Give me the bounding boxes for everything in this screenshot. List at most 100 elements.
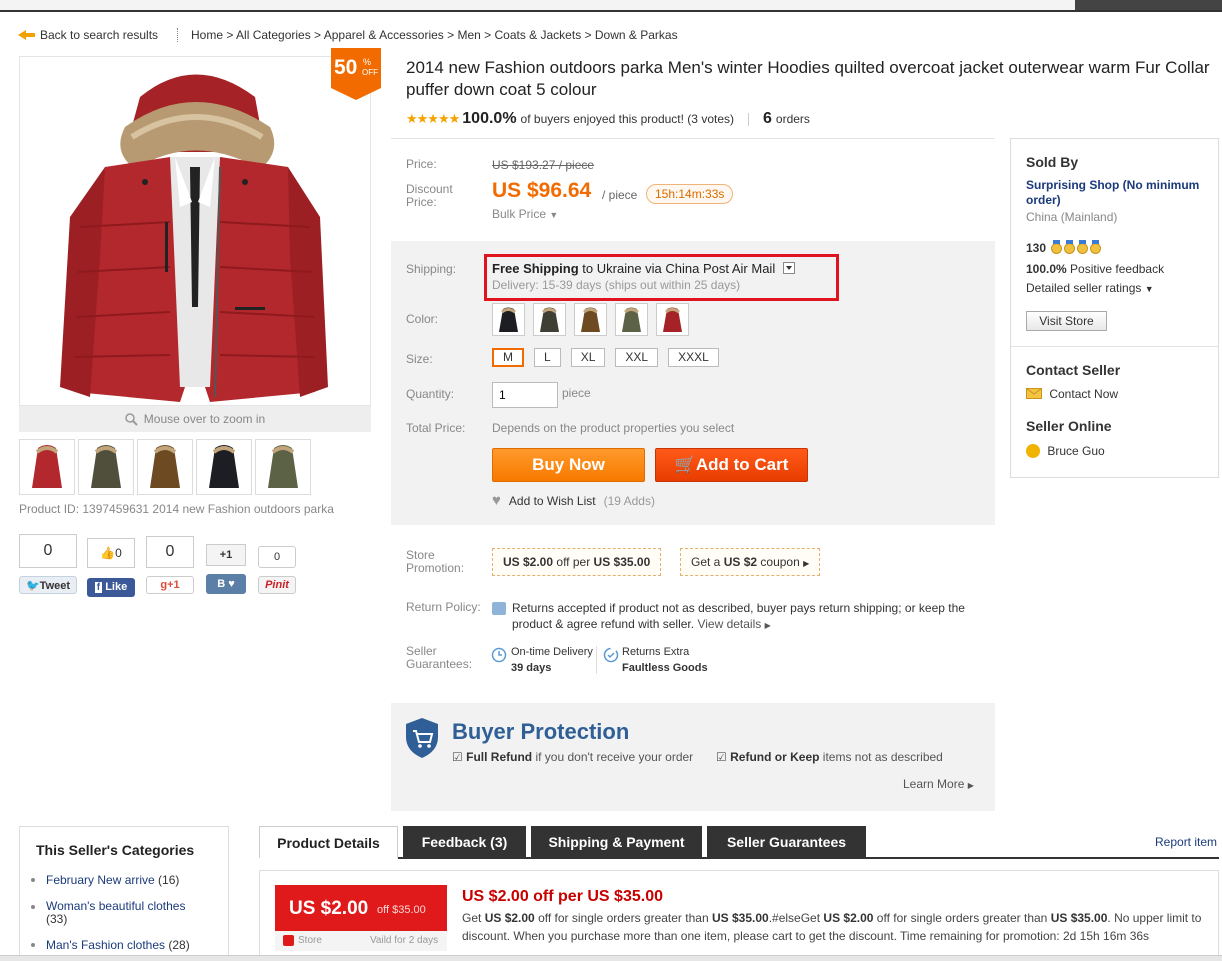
size-option-l[interactable]: L xyxy=(534,348,561,367)
view-details-label[interactable]: View details xyxy=(697,617,761,631)
category-link[interactable]: Man's Fashion clothes xyxy=(46,938,165,952)
color-swatch-brown[interactable] xyxy=(574,303,607,336)
back-arrow-icon xyxy=(18,29,35,41)
tab-seller-guarantees[interactable]: Seller Guarantees xyxy=(707,826,866,858)
detailed-ratings-dropdown[interactable]: Detailed seller ratings ▼ xyxy=(1026,281,1154,295)
color-swatch-black[interactable] xyxy=(492,303,525,336)
category-item[interactable]: Man's Fashion clothes (28) xyxy=(46,938,190,952)
coupon-post: coupon xyxy=(760,555,800,569)
size-option-xl[interactable]: XL xyxy=(570,348,606,367)
thumbnail-brown[interactable] xyxy=(137,439,193,495)
learn-more-label[interactable]: Learn More xyxy=(903,777,964,791)
shipping-method[interactable]: Free Shipping to Ukraine via China Post … xyxy=(492,261,795,276)
coupon-tag[interactable]: Get a US $2 coupon ▶ xyxy=(680,548,821,576)
wish-list-label[interactable]: Add to Wish List xyxy=(509,494,596,508)
product-title: 2014 new Fashion outdoors parka Men's wi… xyxy=(406,58,1210,99)
chevron-down-icon: ▼ xyxy=(549,210,559,220)
seller-online-user[interactable]: Bruce Guo xyxy=(1026,444,1105,458)
shipping-destination: to Ukraine via China Post Air Mail xyxy=(582,261,776,276)
facebook-like-button[interactable]: f Like xyxy=(87,578,135,597)
category-link[interactable]: February New arrive xyxy=(46,873,155,887)
discount-price-label-2: Price: xyxy=(406,195,437,209)
view-details-link[interactable]: View details ▶ xyxy=(697,617,770,631)
add-to-cart-button[interactable]: 🛒Add to Cart xyxy=(655,448,808,482)
back-label[interactable]: Back to search results xyxy=(40,28,158,42)
seller-location: China (Mainland) xyxy=(1026,210,1118,224)
contact-now-link[interactable]: Contact Now xyxy=(1026,387,1118,401)
thumbnail-army-green[interactable] xyxy=(78,439,134,495)
vk-button[interactable]: B ♥ xyxy=(206,574,246,594)
pin-count: 0 xyxy=(258,546,296,568)
promotion-headline: US $2.00 off per US $35.00 xyxy=(462,888,663,905)
chevron-down-icon: ▼ xyxy=(1144,284,1154,294)
like-count-value: 0 xyxy=(115,546,122,560)
buy-now-button[interactable]: Buy Now xyxy=(492,448,645,482)
category-link[interactable]: Woman's beautiful clothes xyxy=(46,899,185,913)
visit-store-button[interactable]: Visit Store xyxy=(1026,311,1107,331)
envelope-icon xyxy=(1026,388,1042,399)
guarantees-divider xyxy=(596,646,597,674)
quantity-label: Quantity: xyxy=(406,387,455,401)
gplus-count: 0 xyxy=(146,536,194,568)
promo-min: US $35.00 xyxy=(593,555,651,569)
horizontal-scrollbar[interactable] xyxy=(0,955,1222,961)
thumbnail-red[interactable] xyxy=(19,439,75,495)
color-swatch-red[interactable] xyxy=(656,303,689,336)
tab-shipping-payment[interactable]: Shipping & Payment xyxy=(531,826,702,858)
thumbnail-black[interactable] xyxy=(196,439,252,495)
store-promotion-tag[interactable]: US $2.00 off per US $35.00 xyxy=(492,548,662,576)
caret-right-icon: ▶ xyxy=(764,621,771,630)
seller-divider xyxy=(1011,346,1218,347)
bulk-price-dropdown[interactable]: Bulk Price ▼ xyxy=(492,207,558,221)
shop-name-link[interactable]: Surprising Shop (No minimum order) xyxy=(1026,178,1211,208)
color-swatch-army-green[interactable] xyxy=(533,303,566,336)
promo-desc-min: US $35.00 xyxy=(711,911,769,925)
seller-online-name[interactable]: Bruce Guo xyxy=(1047,444,1104,458)
vk-count: +1 xyxy=(206,544,246,566)
countdown-timer: 15h:14m:33s xyxy=(646,184,734,204)
full-refund-bold: Full Refund xyxy=(466,750,533,764)
coupon-min-text: off $35.00 xyxy=(377,904,426,916)
gplus-button[interactable]: g+1 xyxy=(146,576,194,594)
report-item-link[interactable]: Report item xyxy=(1155,835,1217,849)
quantity-input[interactable] xyxy=(492,382,558,408)
discount-badge: 50 % OFF xyxy=(331,48,381,100)
discount-percent: % xyxy=(363,57,372,67)
category-item[interactable]: Woman's beautiful clothes (33) xyxy=(46,900,226,926)
heart-icon: ♥ xyxy=(492,492,501,509)
discount-price: US $96.64 xyxy=(492,179,592,202)
color-swatch-olive[interactable] xyxy=(615,303,648,336)
category-item[interactable]: February New arrive (16) xyxy=(46,873,179,887)
full-refund-item: ☑ Full Refund if you don't receive your … xyxy=(452,750,693,764)
tab-product-details[interactable]: Product Details xyxy=(259,826,398,859)
size-option-m[interactable]: M xyxy=(492,348,524,367)
thumbnail-strip xyxy=(19,439,311,495)
seller-categories-title: This Seller's Categories xyxy=(36,842,195,858)
medal-icon xyxy=(1090,240,1102,254)
thumbnail-olive[interactable] xyxy=(255,439,311,495)
contact-now-label[interactable]: Contact Now xyxy=(1049,387,1118,401)
breadcrumb[interactable]: Home > All Categories > Apparel & Access… xyxy=(191,28,678,42)
per-piece-label: / piece xyxy=(602,188,638,202)
detailed-ratings-label[interactable]: Detailed seller ratings xyxy=(1026,281,1141,295)
seller-score: 130 xyxy=(1026,240,1102,255)
bullet-icon xyxy=(31,878,35,882)
promo-mid: off per xyxy=(556,555,591,569)
refund-or-keep-item: ☑ Refund or Keep items not as described xyxy=(716,750,943,764)
bulk-price-label[interactable]: Bulk Price xyxy=(492,207,546,221)
positive-feedback: 100.0% Positive feedback xyxy=(1026,262,1164,276)
add-to-wish-list[interactable]: ♥ Add to Wish List (19 Adds) xyxy=(492,492,655,509)
size-options: M L XL XXL XXXL xyxy=(492,348,719,367)
main-product-image[interactable] xyxy=(19,56,371,406)
quantity-unit: piece xyxy=(562,386,591,400)
caret-right-icon: ▶ xyxy=(803,559,810,568)
back-to-search-link[interactable]: Back to search results xyxy=(18,28,158,42)
size-option-xxxl[interactable]: XXXL xyxy=(668,348,719,367)
size-option-xxl[interactable]: XXL xyxy=(615,348,659,367)
tweet-button[interactable]: 🐦Tweet xyxy=(19,576,77,594)
tab-feedback[interactable]: Feedback (3) xyxy=(403,826,526,858)
pinit-button[interactable]: Pinit xyxy=(258,576,296,594)
learn-more-link[interactable]: Learn More ▶ xyxy=(903,777,974,791)
coupon-card[interactable]: US $2.00 off $35.00 Store Vaild for 2 da… xyxy=(275,885,447,951)
shipping-dropdown-icon[interactable] xyxy=(782,262,795,274)
